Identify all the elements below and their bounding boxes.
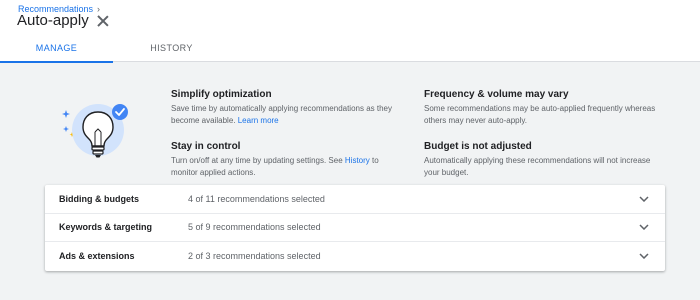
category-name: Keywords & targeting bbox=[59, 222, 153, 233]
info-title: Frequency & volume may vary bbox=[424, 89, 569, 100]
history-link[interactable]: History bbox=[345, 156, 370, 165]
category-summary: 5 of 9 recommendations selected bbox=[188, 222, 321, 233]
tab-bar: MANAGE HISTORY bbox=[0, 33, 700, 63]
info-budget-not-adjusted: Budget is not adjusted Automatically app… bbox=[424, 141, 659, 179]
page-title: Auto-apply bbox=[17, 12, 89, 29]
info-title: Simplify optimization bbox=[171, 89, 272, 100]
info-stay-in-control: Stay in control Turn on/off at any time … bbox=[171, 141, 406, 179]
info-body: Save time by automatically applying reco… bbox=[171, 104, 392, 125]
tab-history[interactable]: HISTORY bbox=[115, 33, 228, 62]
info-text: Some recommendations may be auto-applied… bbox=[424, 104, 656, 125]
category-name: Bidding & budgets bbox=[59, 193, 139, 204]
category-summary: 4 of 11 recommendations selected bbox=[188, 193, 325, 204]
category-row-ads-extensions[interactable]: Ads & extensions 2 of 3 recommendations … bbox=[45, 242, 665, 271]
info-text: Turn on/off at any time by updating sett… bbox=[171, 155, 406, 179]
info-body: Turn on/off at any time by updating sett… bbox=[171, 156, 343, 165]
category-row-bidding-budgets[interactable]: Bidding & budgets 4 of 11 recommendation… bbox=[45, 185, 665, 214]
chevron-down-icon[interactable] bbox=[637, 220, 651, 234]
sparkle-icon bbox=[62, 110, 70, 132]
info-text: Automatically applying these recommendat… bbox=[424, 156, 651, 177]
header-bar: Recommendations › Auto-apply MANAGE HIST… bbox=[0, 0, 700, 63]
tab-manage[interactable]: MANAGE bbox=[0, 33, 113, 63]
chevron-down-icon[interactable] bbox=[637, 249, 651, 263]
info-title: Stay in control bbox=[171, 141, 241, 152]
category-row-keywords-targeting[interactable]: Keywords & targeting 5 of 9 recommendati… bbox=[45, 214, 665, 243]
learn-more-link[interactable]: Learn more bbox=[238, 116, 279, 125]
lightbulb-check-icon bbox=[62, 104, 142, 164]
info-text: Save time by automatically applying reco… bbox=[171, 103, 406, 127]
info-frequency-volume: Frequency & volume may vary Some recomme… bbox=[424, 89, 659, 127]
info-simplify-optimization: Simplify optimization Save time by autom… bbox=[171, 89, 406, 127]
category-panel: Bidding & budgets 4 of 11 recommendation… bbox=[45, 185, 665, 271]
title-row: Auto-apply bbox=[17, 12, 109, 29]
chevron-down-icon[interactable] bbox=[637, 192, 651, 206]
category-name: Ads & extensions bbox=[59, 251, 135, 262]
close-icon[interactable] bbox=[97, 15, 109, 27]
info-title: Budget is not adjusted bbox=[424, 141, 532, 152]
category-summary: 2 of 3 recommendations selected bbox=[188, 251, 321, 262]
